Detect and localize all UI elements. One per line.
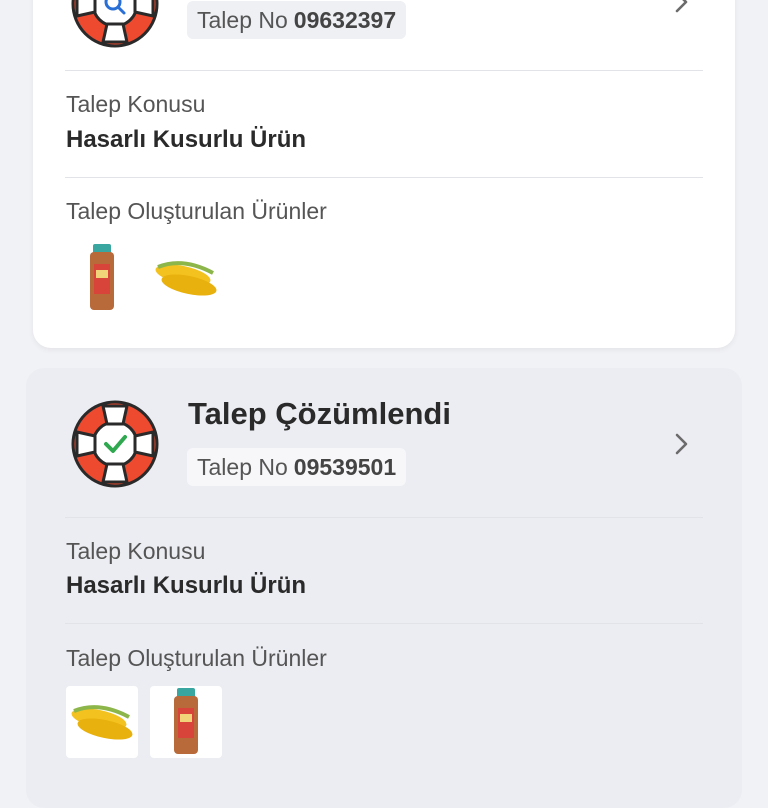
lifebuoy-check-icon: [71, 400, 159, 488]
subject-value: Hasarlı Kusurlu Ürün: [66, 572, 307, 599]
divider: [65, 70, 703, 71]
subject-label: Talep Konusu: [66, 91, 206, 117]
products-label: Talep Oluşturulan Ürünler: [66, 198, 327, 224]
subject-value: Hasarlı Kusurlu Ürün: [66, 126, 307, 153]
request-card[interactable]: Talep Çözümlendi Talep No 09539501 Talep…: [26, 368, 742, 808]
divider: [65, 517, 703, 518]
bread-icon: [174, 688, 198, 754]
chevron-right-icon[interactable]: [669, 432, 693, 456]
status-title: Talep Çözümlendi: [188, 396, 451, 431]
lifebuoy-search-icon: [71, 0, 159, 48]
product-thumbnails: [66, 242, 222, 314]
product-thumb[interactable]: [66, 242, 138, 314]
products-label: Talep Oluşturulan Ürünler: [66, 645, 327, 671]
corn-icon: [155, 261, 217, 296]
request-number: Talep No 09539501: [187, 448, 407, 486]
product-thumb[interactable]: [150, 242, 222, 314]
request-number-label: Talep No: [197, 6, 288, 33]
request-number-label: Talep No: [197, 453, 288, 480]
bread-icon: [90, 244, 114, 310]
subject-label: Talep Konusu: [66, 538, 206, 564]
product-thumb[interactable]: [66, 686, 138, 758]
corn-icon: [71, 705, 133, 740]
request-number: Talep No 09632397: [187, 1, 407, 39]
product-thumbnails: [66, 686, 222, 758]
request-number-value: 09539501: [293, 453, 397, 480]
request-card[interactable]: Talep No 09632397 Talep Konusu Hasarlı K…: [33, 0, 735, 348]
product-thumb[interactable]: [150, 686, 222, 758]
chevron-right-icon[interactable]: [669, 0, 693, 14]
divider: [65, 623, 703, 624]
divider: [65, 177, 703, 178]
request-number-value: 09632397: [293, 6, 397, 33]
